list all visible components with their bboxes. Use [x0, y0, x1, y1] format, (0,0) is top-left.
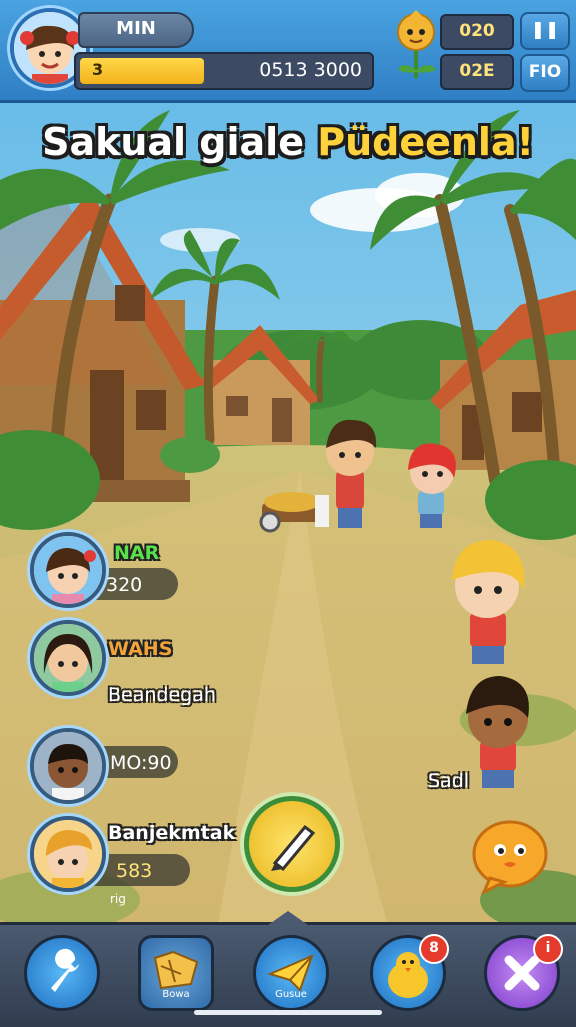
player-name-4: Banjekmtak	[108, 822, 236, 844]
pen-icon	[271, 824, 316, 872]
nav-button-tools[interactable]	[24, 935, 100, 1011]
level-progress-bar: 3 0513 3000	[74, 52, 374, 90]
nav-button-map[interactable]: Bowa	[138, 935, 214, 1011]
player-value-1: 320	[106, 574, 143, 596]
score-readout: 0513 3000	[259, 59, 362, 81]
player-avatar-3	[30, 728, 106, 804]
chat-button[interactable]	[470, 816, 550, 896]
nav-button-pet[interactable]: 8	[370, 934, 449, 1011]
npc-label: Sadl	[428, 770, 470, 792]
player-name-2: WAHS	[108, 638, 173, 660]
resource-counter-top: 020	[440, 14, 514, 50]
title-part-2: Püdeenla!	[317, 120, 534, 164]
pause-button[interactable]: ❚❚	[520, 12, 570, 50]
game-title: Sakual giale Püdeenla!	[0, 120, 576, 164]
title-part-1: Sakual giale	[42, 120, 318, 164]
player-avatar-4	[30, 816, 106, 892]
home-indicator	[194, 1010, 382, 1015]
info-badge: i	[533, 934, 563, 964]
player-avatar-1	[30, 532, 106, 608]
wrench-icon	[51, 948, 79, 992]
nav-button-close[interactable]: i	[484, 934, 563, 1011]
resource-counter-bottom: 02E	[440, 54, 514, 90]
player-name-1: NAR	[114, 542, 160, 564]
nav-notch	[268, 911, 308, 925]
player-value-4: 583	[116, 860, 153, 882]
notification-badge: 8	[419, 934, 449, 964]
player-name: MIN	[78, 12, 194, 48]
nav-label-map: Bowa	[162, 989, 190, 1000]
flower-mascot-icon	[397, 10, 436, 78]
player-value-3: MO:90	[110, 752, 172, 774]
player-value-2: Beandegah	[108, 684, 216, 706]
fio-button[interactable]: FIO	[520, 54, 570, 92]
player-avatar-2	[30, 620, 106, 696]
top-hud: MIN 3 0513 3000 020 02E ❚❚ FIO	[0, 0, 576, 103]
nav-label-send: Gusue	[275, 989, 307, 1000]
player-sub-4: rig	[110, 892, 126, 906]
action-button[interactable]	[244, 796, 340, 892]
speech-bubble-icon	[472, 820, 548, 896]
nav-button-send[interactable]: Gusue	[253, 935, 329, 1011]
player-level: 3	[92, 60, 104, 79]
